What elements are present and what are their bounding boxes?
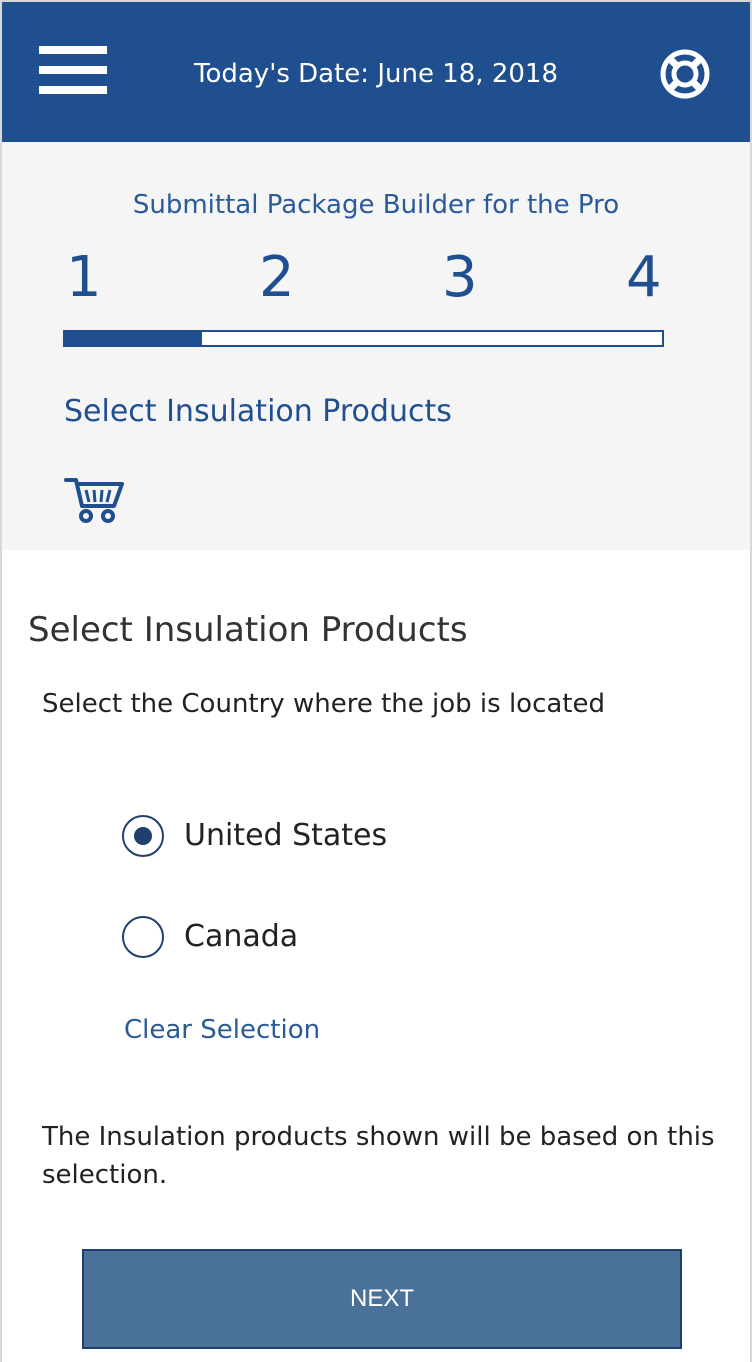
- radio-canada[interactable]: Canada: [122, 915, 298, 959]
- clear-selection-link[interactable]: Clear Selection: [124, 1012, 320, 1048]
- section-heading: Select Insulation Products: [28, 610, 468, 650]
- progress-bar: [63, 330, 664, 347]
- todays-date: Today's Date: June 18, 2018: [194, 59, 558, 89]
- app-frame: Today's Date: June 18, 2018 Submittal Pa…: [0, 0, 752, 1362]
- progress-panel: Submittal Package Builder for the Pro 1 …: [2, 142, 750, 550]
- help-button[interactable]: [658, 47, 712, 101]
- radio-label-united-states: United States: [184, 818, 388, 853]
- step-number-1: 1: [66, 245, 102, 310]
- builder-title: Submittal Package Builder for the Pro: [132, 190, 620, 220]
- radio-label-canada: Canada: [184, 919, 299, 954]
- progress-bar-fill: [65, 332, 203, 345]
- country-instruction: Select the Country where the job is loca…: [42, 689, 605, 719]
- top-header: Today's Date: June 18, 2018: [2, 2, 750, 142]
- radio-united-states[interactable]: United States: [122, 814, 387, 858]
- hamburger-icon: [39, 46, 107, 54]
- next-button[interactable]: NEXT: [82, 1249, 682, 1349]
- radio-button-canada[interactable]: [122, 916, 164, 958]
- lifebuoy-icon: [660, 49, 710, 99]
- step-number-2: 2: [259, 245, 295, 310]
- selection-note: The Insulation products shown will be ba…: [42, 1122, 715, 1190]
- shopping-cart-icon: [64, 478, 124, 523]
- step-number-4: 4: [626, 245, 662, 310]
- step-number-3: 3: [442, 245, 478, 310]
- radio-button-united-states[interactable]: [122, 815, 164, 857]
- cart-button[interactable]: [64, 476, 126, 524]
- current-step-label: Select Insulation Products: [64, 394, 452, 429]
